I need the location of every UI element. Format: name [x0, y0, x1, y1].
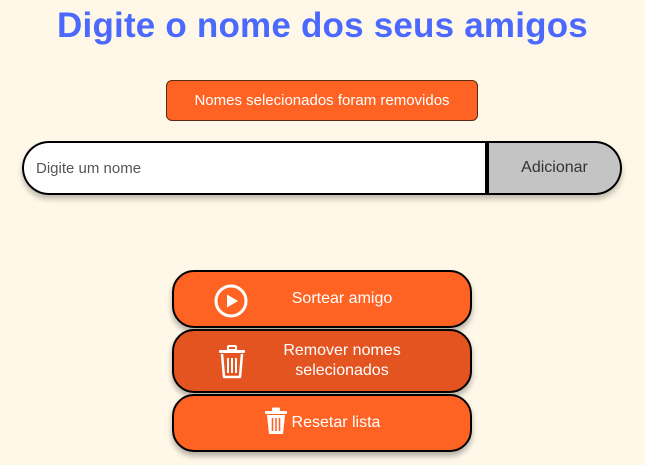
- draw-friend-label: Sortear amigo: [291, 290, 393, 307]
- status-notice-text: Nomes selecionados foram removidos: [194, 92, 450, 109]
- reset-list-label: Resetar lista: [291, 414, 381, 431]
- name-input[interactable]: [22, 141, 485, 195]
- remove-selected-label: Remover nomes selecionados: [283, 342, 401, 379]
- status-notice: Nomes selecionados foram removidos: [166, 80, 478, 121]
- add-button[interactable]: Adicionar: [485, 141, 622, 195]
- add-name-form: Adicionar: [22, 141, 622, 195]
- reset-list-button[interactable]: Resetar lista: [172, 394, 472, 452]
- trash-icon: [218, 345, 246, 379]
- trash-icon: [264, 407, 288, 440]
- play-circle-icon: [214, 284, 248, 318]
- draw-friend-button[interactable]: Sortear amigo: [172, 270, 472, 328]
- remove-selected-button[interactable]: Remover nomes selecionados: [172, 329, 472, 393]
- page-title: Digite o nome dos seus amigos: [57, 6, 588, 45]
